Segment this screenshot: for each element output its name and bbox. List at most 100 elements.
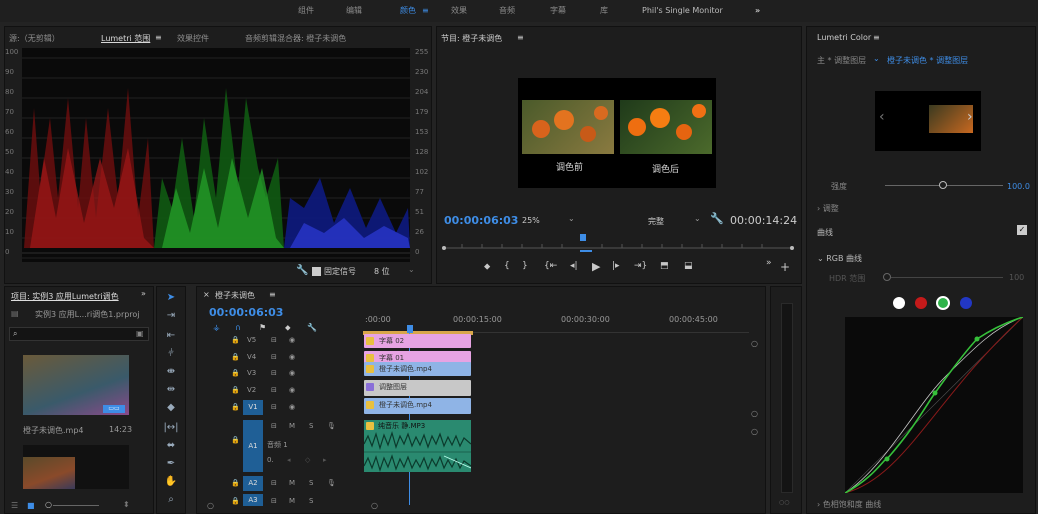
sync-lock-icon[interactable]: ⊟ (271, 497, 277, 505)
eye-icon[interactable]: ◉ (289, 386, 295, 394)
timeline-menu-icon[interactable]: ≡ (269, 290, 276, 299)
channel-red-button[interactable] (915, 297, 927, 309)
sequence-close-icon[interactable]: × (203, 290, 210, 299)
eye-icon[interactable]: ◉ (289, 353, 295, 361)
tab-effect-controls[interactable]: 效果控件 (177, 33, 209, 44)
track-header-v2[interactable]: 🔒 V2 ⊟ ◉ (225, 383, 363, 400)
track-header-v1[interactable]: 🔒 V1 ⊟ ◉ (225, 400, 363, 417)
program-timecode[interactable]: 00:00:06:03 (444, 214, 518, 227)
solo-button[interactable]: S (309, 422, 313, 430)
quality-select[interactable]: 完整 (648, 216, 664, 227)
scroll-bot-handle[interactable]: ○ (751, 427, 758, 436)
track-name-v1[interactable]: V1 (243, 400, 263, 415)
lock-icon[interactable]: 🔒 (231, 353, 240, 361)
tab-audio-mixer[interactable]: 音频剪辑混合器: 橙子未调色 (245, 33, 346, 44)
timeline-marker-icon[interactable]: ⬥ (285, 323, 291, 333)
lumetri-breadcrumb-link[interactable]: 橙子未调色 * 调整图层 (887, 55, 968, 66)
step-back-icon[interactable]: ◂| (570, 261, 578, 271)
item-name[interactable]: 橙子未调色.mp4 (23, 425, 84, 436)
go-to-in-icon[interactable]: {⇤ (544, 261, 557, 271)
clip-adjustment-layer[interactable]: 调整图层 (364, 380, 471, 396)
clip-title-02[interactable]: 字幕 02 (364, 334, 471, 348)
slip-tool-icon[interactable]: |↔| (160, 422, 182, 440)
clip-video-v1[interactable]: 橙子未调色.mp4 (364, 398, 471, 414)
look-preview[interactable]: ‹ › (875, 91, 981, 151)
chevron-down-icon[interactable]: ⌄ (408, 265, 415, 274)
list-view-icon[interactable]: ☰ (11, 501, 18, 510)
rgb-curve-graph[interactable] (845, 317, 1023, 493)
workspace-tab-phil[interactable]: Phil's Single Monitor (642, 4, 723, 18)
program-title[interactable]: 节目: 橙子未调色 (441, 33, 502, 44)
eye-icon[interactable]: ◉ (289, 369, 295, 377)
curves-checkbox[interactable]: ✓ (1017, 225, 1027, 235)
track-header-a2[interactable]: 🔒 A2 ⊟ M S 🎙 (225, 476, 363, 493)
scroll-mid-handle[interactable]: ○ (751, 409, 758, 418)
tab-lumetri-scopes[interactable]: Lumetri 范围 (101, 33, 150, 44)
channel-white-button[interactable] (893, 297, 905, 309)
solo-button[interactable]: S (309, 479, 313, 487)
sync-lock-icon[interactable]: ⊟ (271, 386, 277, 394)
track-header-a1[interactable]: 🔒 A1 ⊟ M S 🎙 音频 1 0. ◂ ◇ ▸ (225, 418, 363, 474)
nest-toggle-icon[interactable]: ⚶ (213, 323, 220, 332)
linked-selection-icon[interactable]: ⚑ (259, 323, 266, 332)
sync-lock-icon[interactable]: ⊟ (271, 403, 277, 411)
project-search-input[interactable]: ⌕ ▣ (9, 327, 149, 341)
play-icon[interactable]: ▶ (592, 260, 600, 273)
quality-chevron-icon[interactable]: ⌄ (694, 214, 701, 223)
lock-icon[interactable]: 🔒 (231, 336, 240, 344)
track-header-v3[interactable]: 🔒 V3 ⊟ ◉ (225, 366, 363, 383)
adjust-section[interactable]: › 调整 (817, 203, 839, 214)
rolling-edit-tool-icon[interactable]: ⇼ (160, 366, 182, 384)
workspace-tab-color[interactable]: 颜色 (400, 4, 416, 18)
workspace-tab-libraries[interactable]: 库 (600, 4, 608, 18)
go-to-out-icon[interactable]: ⇥} (634, 261, 647, 271)
prev-keyframe-icon[interactable]: ◂ (287, 456, 291, 464)
playhead-handle[interactable] (407, 325, 413, 333)
zoom-slider-thumb[interactable]: ○ (45, 500, 52, 509)
track-name-a1[interactable]: A1 (243, 420, 263, 472)
clip-thumbnail[interactable]: ▭▭ (23, 355, 129, 415)
add-keyframe-icon[interactable]: ◇ (305, 456, 310, 464)
hand-tool-icon[interactable]: ✋ (160, 476, 182, 494)
track-select-tool-icon[interactable]: ⇥ (160, 310, 182, 328)
sync-lock-icon[interactable]: ⊟ (271, 369, 277, 377)
channel-green-button[interactable] (936, 296, 950, 310)
zoom-tool-icon[interactable]: ⌕ (160, 494, 182, 512)
mute-button[interactable]: M (289, 422, 295, 430)
lock-icon[interactable]: 🔒 (231, 386, 240, 394)
lock-icon[interactable]: 🔒 (231, 403, 240, 411)
hscroll-right-handle[interactable]: ○ (371, 501, 378, 510)
workspace-tab-captions[interactable]: 字幕 (550, 4, 566, 18)
more-controls-icon[interactable]: » (766, 258, 772, 268)
slide-tool-icon[interactable]: ⬌ (160, 440, 182, 458)
wrench-icon[interactable]: 🔧 (296, 265, 308, 276)
workspace-tab-assembly[interactable]: 组件 (298, 4, 314, 18)
selection-tool-icon[interactable]: ➤ (160, 292, 182, 310)
program-menu-icon[interactable]: ≡ (517, 33, 524, 42)
lumetri-menu-icon[interactable]: ≡ (873, 33, 880, 42)
project-more-icon[interactable]: » (141, 289, 146, 298)
tab-source[interactable]: 源:（无剪辑） (9, 33, 60, 44)
scopes-menu-icon[interactable]: ≡ (155, 33, 162, 42)
sync-lock-icon[interactable]: ⊟ (271, 336, 277, 344)
intensity-thumb[interactable] (939, 181, 947, 189)
sync-lock-icon[interactable]: ⊟ (271, 353, 277, 361)
program-ruler[interactable] (442, 232, 798, 252)
button-editor-icon[interactable]: + (780, 260, 790, 274)
track-select-back-icon[interactable]: ⇤ (160, 330, 182, 348)
hdr-range-slider[interactable] (891, 277, 1003, 278)
sync-lock-icon[interactable]: ⊟ (271, 479, 277, 487)
mic-icon[interactable]: 🎙 (327, 479, 336, 487)
sync-lock-icon[interactable]: ⊟ (271, 422, 277, 430)
channel-blue-button[interactable] (960, 297, 972, 309)
intensity-value[interactable]: 100.0 (1007, 182, 1030, 191)
clip-video-v3[interactable]: 橙子未调色.mp4 (364, 362, 471, 376)
step-forward-icon[interactable]: |▸ (612, 261, 620, 271)
settings-wrench-icon[interactable]: 🔧 (710, 212, 724, 225)
sort-icon[interactable]: ⬍ (123, 500, 130, 509)
add-marker-icon[interactable]: ⬥ (484, 262, 490, 272)
rate-stretch-tool-icon[interactable]: ⇹ (160, 384, 182, 402)
solo-button[interactable]: S (309, 497, 313, 505)
track-header-v4[interactable]: 🔒 V4 ⊟ ◉ (225, 350, 363, 367)
clamp-checkbox[interactable] (312, 267, 321, 276)
